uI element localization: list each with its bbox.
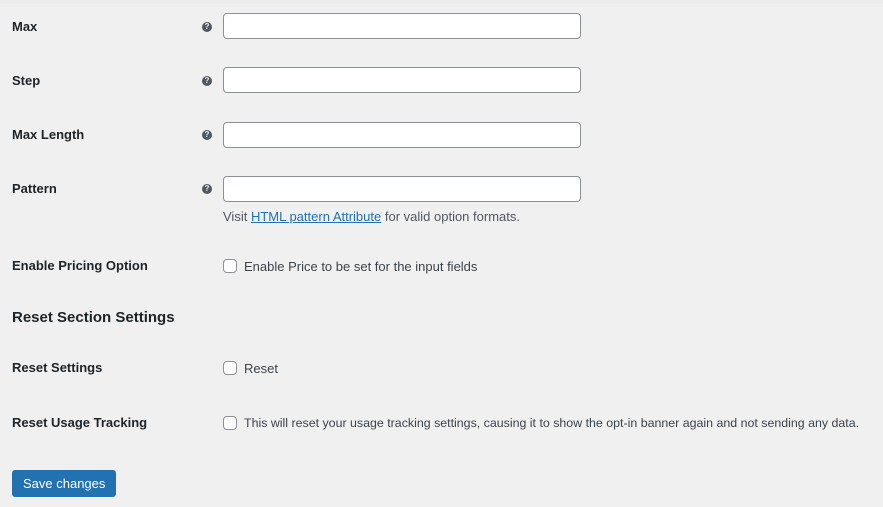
reset-settings-label: Reset Settings (12, 360, 103, 375)
save-changes-button[interactable]: Save changes (12, 470, 117, 497)
reset-tracking-checkbox[interactable] (223, 416, 237, 430)
reset-tracking-checkbox-label[interactable]: This will reset your usage tracking sett… (244, 416, 859, 430)
reset-settings-checkbox-label[interactable]: Reset (244, 361, 278, 376)
question-circle-icon[interactable]: ? (202, 76, 212, 86)
top-border (0, 0, 883, 4)
pattern-description-suffix: for valid option formats. (381, 209, 520, 224)
pattern-description-prefix: Visit (223, 209, 251, 224)
reset-tracking-label: Reset Usage Tracking (12, 415, 148, 430)
enable-price-checkbox-label[interactable]: Enable Price to be set for the input fie… (244, 259, 477, 274)
field-step-label: Step (12, 73, 41, 88)
pricing-label: Enable Pricing Option (12, 258, 148, 273)
question-circle-icon[interactable]: ? (202, 184, 212, 194)
html-pattern-attribute-link[interactable]: HTML pattern Attribute (251, 209, 381, 224)
field-max-length-label: Max Length (12, 127, 85, 142)
reset-section-title: Reset Section Settings (12, 309, 175, 326)
question-circle-icon[interactable]: ? (202, 130, 212, 140)
max-input[interactable] (223, 13, 581, 39)
question-circle-icon[interactable]: ? (202, 22, 212, 32)
enable-price-checkbox[interactable] (223, 259, 237, 273)
pattern-input[interactable] (223, 176, 581, 202)
max-length-input[interactable] (223, 122, 581, 148)
reset-settings-checkbox[interactable] (223, 361, 237, 375)
pattern-description: Visit HTML pattern Attribute for valid o… (223, 209, 520, 224)
step-input[interactable] (223, 67, 581, 93)
field-max-label: Max (12, 19, 38, 34)
field-pattern-label: Pattern (12, 181, 57, 196)
